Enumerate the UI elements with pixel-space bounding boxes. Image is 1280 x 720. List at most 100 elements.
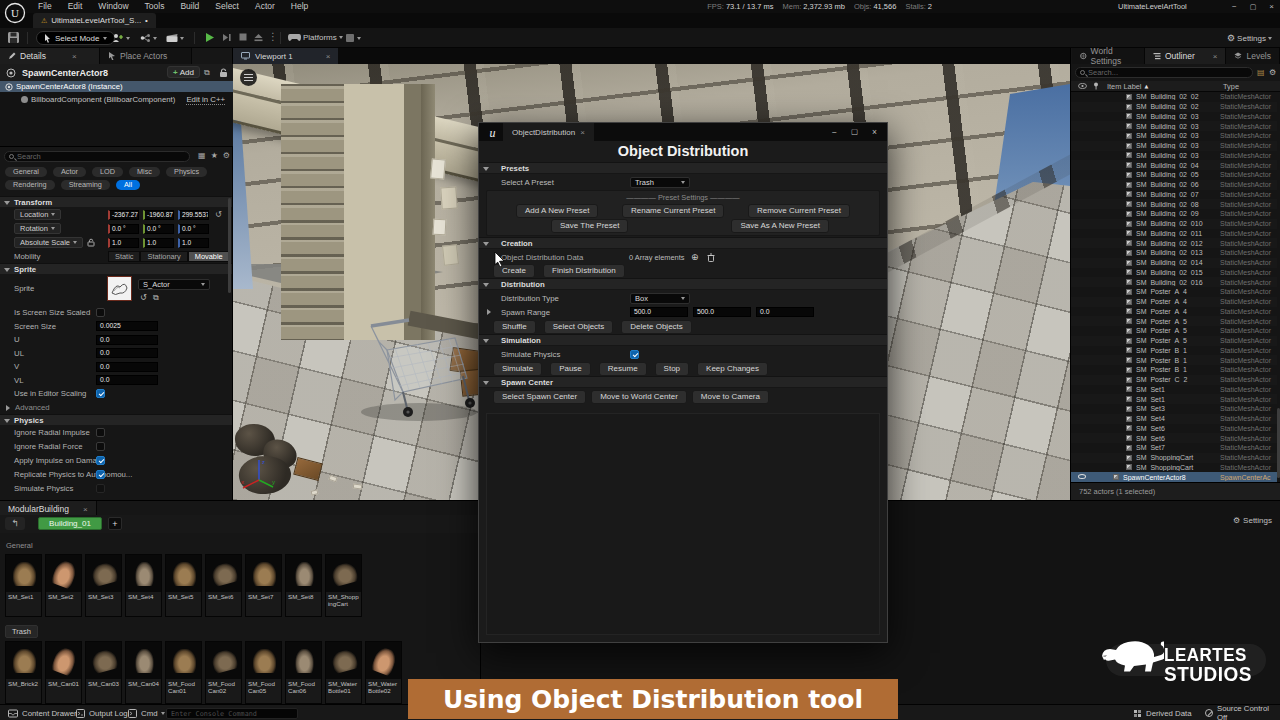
- outliner-row[interactable]: SM_Building_02_014 StaticMeshActor: [1071, 258, 1277, 268]
- gear-icon[interactable]: ⚙: [1269, 68, 1276, 77]
- scale-field[interactable]: 1.0: [143, 238, 174, 248]
- outliner-row[interactable]: SM_Set7 StaticMeshActor: [1071, 443, 1277, 453]
- minimize-icon[interactable]: −: [832, 123, 837, 141]
- trash-icon[interactable]: [707, 253, 715, 262]
- dialog-button[interactable]: Pause: [550, 362, 591, 376]
- browse-asset-icon[interactable]: ↺: [140, 293, 147, 302]
- close-icon[interactable]: ×: [72, 52, 77, 61]
- scale-field[interactable]: 1.0: [108, 238, 139, 248]
- outliner-row[interactable]: SM_Building_02_09 StaticMeshActor: [1071, 209, 1277, 219]
- section-sprite[interactable]: Sprite: [0, 263, 232, 274]
- outliner-row[interactable]: SM_Poster_A_4 StaticMeshActor: [1071, 297, 1277, 307]
- stop-button[interactable]: [238, 32, 248, 42]
- maximize-icon[interactable]: ▢: [1250, 0, 1257, 13]
- edit-in-cpp-link[interactable]: Edit in C++: [186, 95, 225, 105]
- maximize-icon[interactable]: ▢: [851, 123, 858, 141]
- rotation-dropdown[interactable]: Rotation: [14, 223, 61, 234]
- asset-tile[interactable]: SM_Set5: [165, 554, 202, 617]
- rotation-field[interactable]: 0.0 °: [143, 224, 174, 234]
- outliner-row[interactable]: SM_Building_02_03 StaticMeshActor: [1071, 141, 1277, 151]
- content-drawer-button[interactable]: Content Drawer: [8, 705, 77, 720]
- asset-tile[interactable]: SM_FoodCan06: [285, 641, 322, 704]
- dialog-button[interactable]: Keep Changes: [697, 362, 768, 376]
- filter-chip[interactable]: LOD: [92, 167, 123, 177]
- filter-chip[interactable]: Misc: [129, 167, 160, 177]
- tab-details[interactable]: Details ×: [0, 48, 100, 64]
- dialog-button[interactable]: Save The Preset: [551, 219, 628, 233]
- checkbox[interactable]: [96, 389, 105, 398]
- add-element-icon[interactable]: ⊕: [691, 252, 699, 262]
- eye-icon[interactable]: [1078, 83, 1087, 89]
- close-icon[interactable]: ×: [580, 128, 585, 137]
- outliner-row[interactable]: SM_Building_02_010 StaticMeshActor: [1071, 219, 1277, 229]
- section-physics[interactable]: Physics: [0, 414, 232, 425]
- dialog-button[interactable]: Stop: [655, 362, 689, 376]
- filter-chip[interactable]: Physics: [166, 167, 207, 177]
- close-icon[interactable]: ×: [1213, 52, 1218, 61]
- outliner-row[interactable]: SM_Building_02_012 StaticMeshActor: [1071, 238, 1277, 248]
- sprite-thumbnail[interactable]: [107, 276, 132, 301]
- back-button[interactable]: ↰: [5, 517, 25, 530]
- menu-item[interactable]: Actor: [247, 0, 283, 13]
- asset-tile[interactable]: SM_Brick2: [5, 641, 42, 704]
- add-button[interactable]: +: [108, 517, 122, 530]
- building-01-button[interactable]: Building_01: [38, 517, 102, 530]
- cinematics-icon[interactable]: [166, 33, 184, 43]
- outliner-row[interactable]: SM_Building_02_08 StaticMeshActor: [1071, 199, 1277, 209]
- outliner-row[interactable]: SM_Poster_B_1 StaticMeshActor: [1071, 365, 1277, 375]
- asset-tile[interactable]: SM_FoodCan05: [245, 641, 282, 704]
- value-field[interactable]: 0.0: [96, 335, 158, 345]
- lock-icon[interactable]: [219, 68, 228, 78]
- asset-tile[interactable]: SM_Can04: [125, 641, 162, 704]
- tab-outliner[interactable]: Outliner ×: [1145, 48, 1226, 64]
- scale-dropdown[interactable]: Absolute Scale: [14, 237, 83, 248]
- console-command-input[interactable]: Enter Console Command: [166, 708, 298, 719]
- viewport-menu-button[interactable]: [240, 69, 257, 86]
- outliner-row[interactable]: SM_Poster_A_4 StaticMeshActor: [1071, 307, 1277, 317]
- dialog-button[interactable]: Shuffle: [493, 320, 536, 334]
- dialog-button[interactable]: Rename Current Preset: [622, 204, 724, 218]
- search-input[interactable]: Search: [4, 151, 190, 162]
- tab-ultimatelevelarttool[interactable]: ⚠ UltimateLevelArtTool_S... •: [33, 13, 156, 28]
- asset-tile[interactable]: SM_WaterBottle01: [325, 641, 362, 704]
- outliner-row[interactable]: SM_Building_02_011 StaticMeshActor: [1071, 229, 1277, 239]
- range-field[interactable]: 0.0: [756, 307, 814, 317]
- tab-levels[interactable]: Levels: [1226, 48, 1280, 64]
- details-scrollbar[interactable]: [228, 198, 231, 293]
- outliner-row[interactable]: SM_Poster_A_5 StaticMeshActor: [1071, 336, 1277, 346]
- tab-place-actors[interactable]: Place Actors: [100, 48, 192, 64]
- outliner-row[interactable]: SM_Building_02_03 StaticMeshActor: [1071, 131, 1277, 141]
- outliner-row[interactable]: SM_Set4 StaticMeshActor: [1071, 414, 1277, 424]
- gear-icon[interactable]: ⚙: [223, 151, 230, 160]
- copy-asset-icon[interactable]: ⧉: [153, 293, 159, 303]
- section-creation[interactable]: Creation: [479, 237, 887, 249]
- section-simulation[interactable]: Simulation: [479, 334, 887, 346]
- derived-data-button[interactable]: Derived Data: [1133, 705, 1192, 720]
- range-field[interactable]: 500.0: [630, 307, 688, 317]
- platforms-dropdown[interactable]: Platforms: [288, 33, 343, 42]
- source-control-button[interactable]: Source Control Off: [1205, 705, 1280, 720]
- close-icon[interactable]: ×: [83, 505, 88, 514]
- dialog-button[interactable]: Move to World Center: [591, 390, 687, 404]
- browse-icon[interactable]: ⧉: [204, 68, 210, 78]
- pin-icon[interactable]: [1093, 82, 1099, 90]
- dialog-button[interactable]: Select Spawn Center: [493, 390, 586, 404]
- location-dropdown[interactable]: Location: [14, 209, 61, 220]
- outliner-row[interactable]: SM_Poster_A_5 StaticMeshActor: [1071, 316, 1277, 326]
- outliner-row[interactable]: SM_Poster_C_2 StaticMeshActor: [1071, 375, 1277, 385]
- menu-item[interactable]: Edit: [60, 0, 91, 13]
- location-field[interactable]: 299.55374: [178, 210, 209, 220]
- asset-tile[interactable]: SM_Set3: [85, 554, 122, 617]
- outliner-row[interactable]: SM_Building_02_016 StaticMeshActor: [1071, 277, 1277, 287]
- rotation-field[interactable]: 0.0 °: [108, 224, 139, 234]
- checkbox[interactable]: [96, 484, 105, 493]
- outliner-row[interactable]: SM_Building_02_05 StaticMeshActor: [1071, 170, 1277, 180]
- dialog-button[interactable]: Resume: [599, 362, 647, 376]
- star-icon[interactable]: ★: [211, 151, 218, 160]
- menu-item[interactable]: File: [30, 0, 60, 13]
- advanced-row[interactable]: Advanced: [0, 401, 50, 414]
- layout-dropdown[interactable]: [345, 33, 361, 43]
- asset-tile[interactable]: SM_Set6: [205, 554, 242, 617]
- asset-tile[interactable]: SM_FoodCan01: [165, 641, 202, 704]
- section-transform[interactable]: Transform: [0, 196, 232, 207]
